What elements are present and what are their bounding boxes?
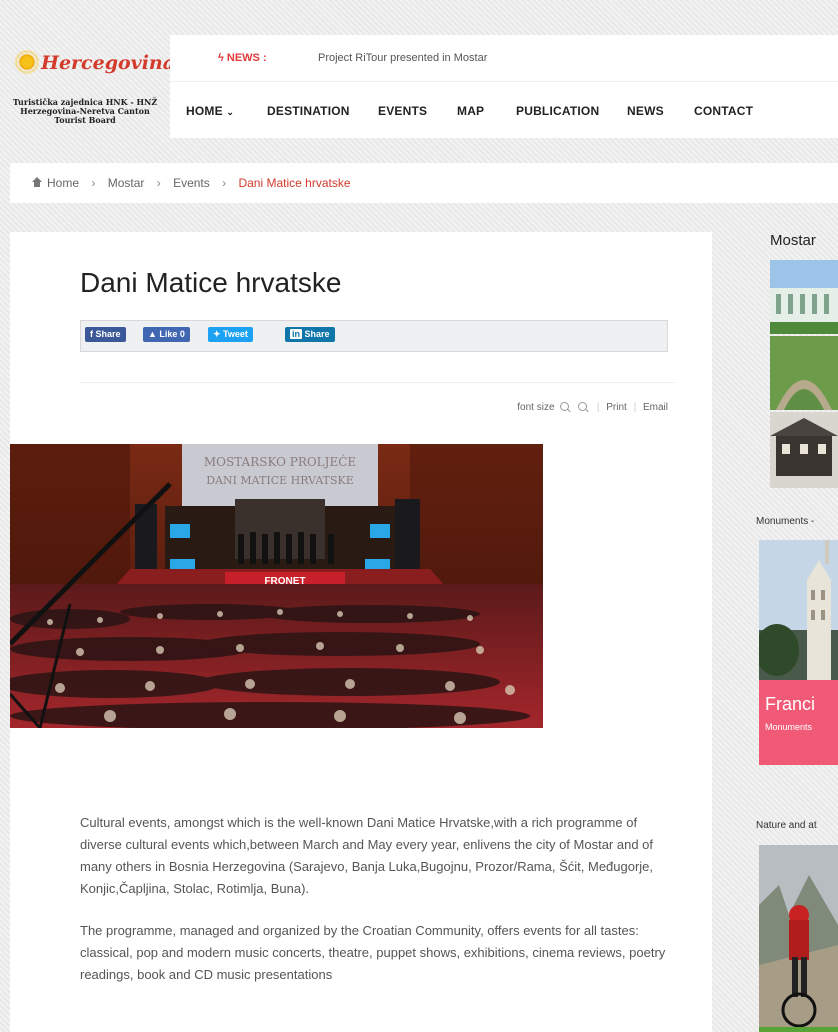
article-paragraph: The programme, managed and organized by … [80,923,666,982]
article-paragraph: Cultural events, amongst which is the we… [80,815,654,896]
nav-item-map[interactable]: MAP [457,104,484,118]
card-category: Monuments [765,722,813,732]
nav-item-publication[interactable]: PUBLICATION [516,104,599,118]
facebook-like-button[interactable]: ▲ Like 0 [143,327,190,342]
breadcrumb-mostar[interactable]: Mostar [108,176,145,190]
news-ticker-bar: ϟ NEWS : Project RiTour presented in Mos… [170,35,838,81]
sidebar-section-label: Nature and at [756,820,817,831]
chevron-down-icon: ⌄ [226,107,235,117]
news-headline-link[interactable]: Project RiTour presented in Mostar [318,52,487,64]
breadcrumb-bar: Home › Mostar › Events › Dani Matice hrv… [10,163,838,203]
print-link[interactable]: Print [606,402,627,413]
article-tools: font size | Print | Email [517,402,668,413]
chevron-right-icon: › [156,176,161,190]
sidebar-card[interactable] [759,845,838,1032]
article-panel: Dani Matice hrvatske f Share ▲ Like 0 ✦ … [10,232,712,1032]
chevron-right-icon: › [91,176,96,190]
breadcrumb: Home › Mostar › Events › Dani Matice hrv… [32,176,351,190]
nav-item-news[interactable]: NEWS [627,104,664,118]
facebook-share-button[interactable]: f Share [85,327,126,342]
zoom-in-icon[interactable] [578,402,588,411]
sidebar-gallery[interactable] [770,260,838,488]
share-bar: f Share ▲ Like 0 ✦ Tweet in Share [80,320,668,352]
article-body: Cultural events, amongst which is the we… [80,812,678,1006]
article-photo: MOSTARSKO PROLJEĆE DANI MATICE HRVATSKE … [10,444,543,728]
thumbs-up-icon: ▲ [148,329,160,339]
card-title: Franci [765,694,816,714]
zoom-out-icon[interactable] [560,402,570,411]
sidebar-section-label: Monuments - [756,516,815,527]
card-caption: Franci Monuments [759,680,838,765]
logo-subtitle-line: Tourist Board [54,115,116,125]
article-title: Dani Matice hrvatske [80,267,342,298]
linkedin-icon: in [290,329,302,339]
logo-subtitle: Turistička zajednica HNK - HNŽ Herzegovi… [10,98,160,125]
email-link[interactable]: Email [643,402,668,413]
banner-text: DANI MATICE HRVATSKE [206,474,354,487]
main-navigation: HOME ⌄ DESTINATION EVENTS MAP PUBLICATIO… [170,81,838,138]
news-label: ϟ NEWS : [218,52,267,64]
nav-item-events[interactable]: EVENTS [378,104,427,118]
breadcrumb-events[interactable]: Events [173,176,210,190]
home-icon [32,177,42,187]
sidebar-heading: Mostar [770,232,816,249]
linkedin-share-button[interactable]: in Share [285,327,335,342]
breadcrumb-home[interactable]: Home [47,176,79,190]
nav-item-destination[interactable]: DESTINATION [267,104,350,118]
sidebar-card[interactable]: Franci Monuments [759,540,838,765]
lightning-icon: ϟ [218,52,227,64]
nav-item-contact[interactable]: CONTACT [694,104,753,118]
sun-logo-icon [18,53,36,71]
divider [80,382,675,383]
font-size-label: font size [517,402,555,413]
tweet-button[interactable]: ✦ Tweet [208,327,253,342]
logo-title: Hercegovina [41,52,176,74]
breadcrumb-current: Dani Matice hrvatske [238,176,351,190]
chevron-right-icon: › [222,176,227,190]
nav-item-home[interactable]: HOME ⌄ [186,104,234,118]
twitter-icon: ✦ [213,329,224,339]
site-logo[interactable]: Hercegovina Turistička zajednica HNK - H… [10,40,175,130]
banner-text: MOSTARSKO PROLJEĆE [204,453,356,469]
